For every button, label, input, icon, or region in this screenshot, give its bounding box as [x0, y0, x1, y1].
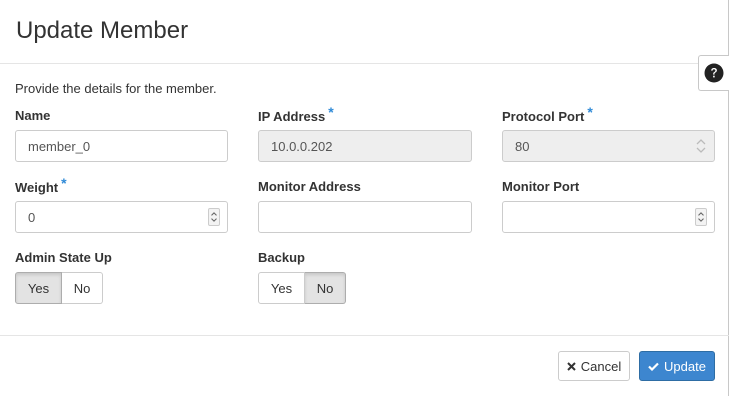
backup-toggle: Yes No	[258, 272, 346, 304]
monitor-address-label: Monitor Address	[258, 179, 361, 195]
required-marker: *	[587, 104, 593, 120]
ip-address-input: 10.0.0.202	[258, 130, 472, 162]
ip-address-label: IP Address *	[258, 104, 334, 125]
protocol-port-label: Protocol Port *	[502, 104, 593, 125]
protocol-port-label-text: Protocol Port	[502, 109, 585, 124]
monitor-port-label: Monitor Port	[502, 179, 579, 195]
cancel-button[interactable]: Cancel	[558, 351, 630, 381]
question-circle-icon	[704, 63, 724, 83]
intro-text: Provide the details for the member.	[15, 81, 217, 96]
backup-no-button[interactable]: No	[305, 272, 346, 304]
admin-state-up-label-text: Admin State Up	[15, 250, 112, 265]
backup-label-text: Backup	[258, 250, 305, 265]
weight-label-text: Weight	[15, 180, 59, 195]
name-input-value: member_0	[28, 138, 91, 154]
backup-label: Backup	[258, 250, 305, 266]
protocol-port-value: 80	[515, 138, 530, 154]
ip-address-label-text: IP Address	[258, 109, 326, 124]
protocol-port-input: 80	[502, 130, 715, 162]
monitor-address-label-text: Monitor Address	[258, 179, 361, 194]
ip-address-value: 10.0.0.202	[271, 138, 333, 154]
admin-state-no-button[interactable]: No	[62, 272, 103, 304]
help-button[interactable]	[698, 55, 729, 91]
monitor-port-label-text: Monitor Port	[502, 179, 580, 194]
dialog-title: Update Member	[16, 17, 189, 44]
cancel-label: Cancel	[580, 358, 622, 374]
name-input[interactable]: member_0	[15, 130, 228, 162]
update-button[interactable]: Update	[639, 351, 715, 381]
spinner-icon	[696, 139, 706, 153]
weight-input[interactable]: 0	[15, 201, 228, 233]
footer-divider	[0, 335, 729, 336]
backup-yes-button[interactable]: Yes	[258, 272, 305, 304]
header-divider	[0, 63, 729, 64]
spinner-icon[interactable]	[208, 208, 220, 226]
name-label: Name	[15, 108, 50, 124]
admin-state-up-toggle: Yes No	[15, 272, 103, 304]
weight-value: 0	[28, 209, 36, 225]
close-icon	[567, 361, 576, 371]
update-member-dialog: Update Member Provide the details for th…	[0, 0, 729, 396]
monitor-port-input[interactable]	[502, 201, 715, 233]
monitor-address-input[interactable]	[258, 201, 472, 233]
admin-state-up-label: Admin State Up	[15, 250, 112, 266]
admin-state-yes-button[interactable]: Yes	[15, 272, 62, 304]
check-icon	[648, 362, 659, 371]
required-marker: *	[328, 104, 334, 120]
update-label: Update	[664, 358, 706, 374]
weight-label: Weight *	[15, 175, 67, 196]
name-label-text: Name	[15, 108, 51, 123]
required-marker: *	[61, 175, 67, 191]
spinner-icon[interactable]	[695, 208, 707, 226]
